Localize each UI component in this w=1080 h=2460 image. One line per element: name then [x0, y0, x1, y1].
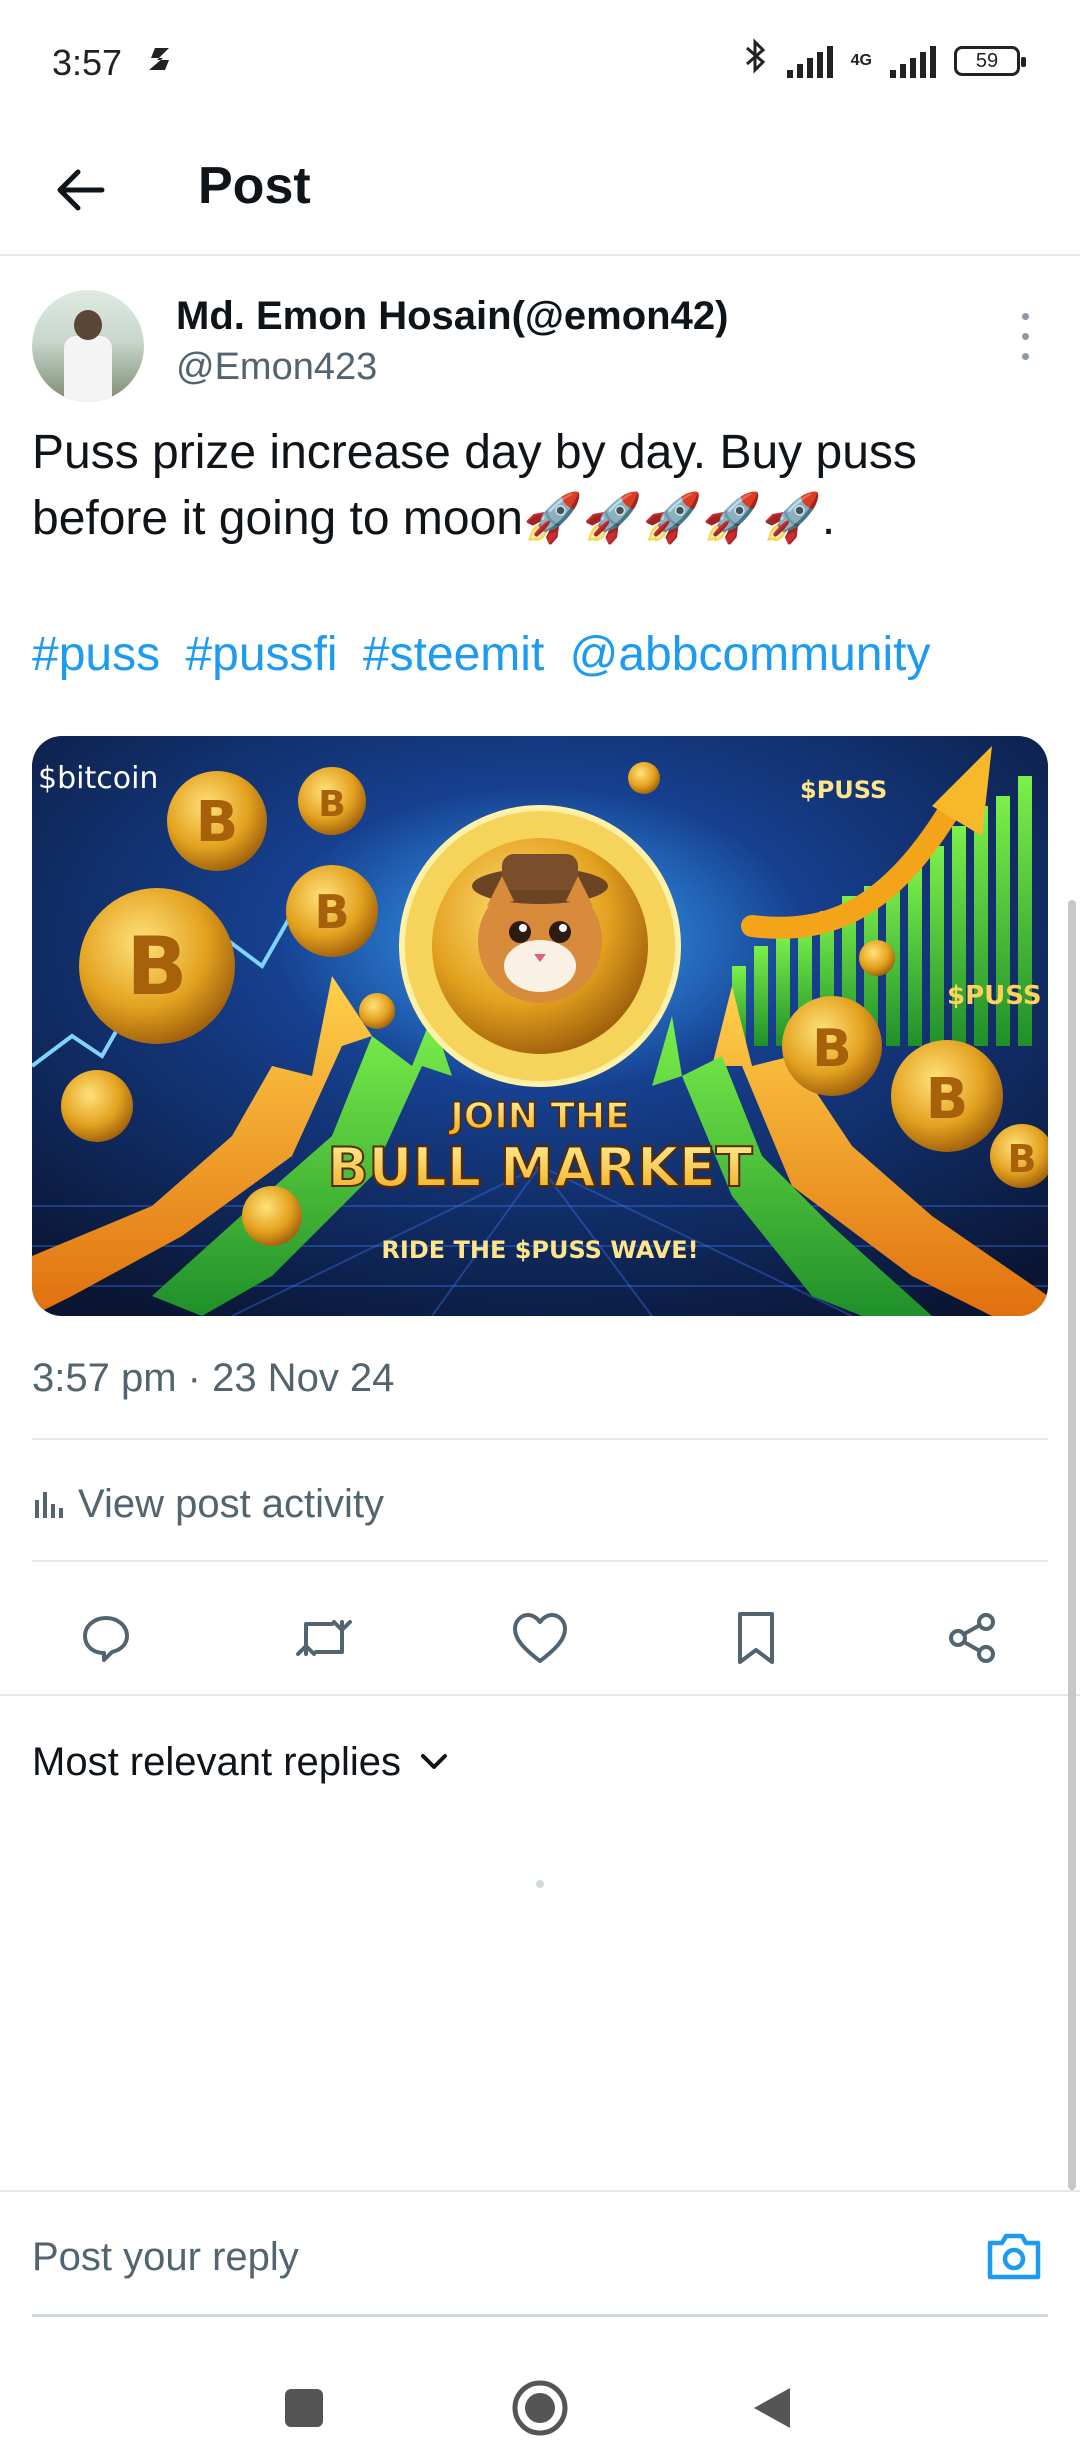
divider — [0, 1694, 1080, 1696]
arrow-left-icon — [57, 169, 105, 211]
bookmark-button[interactable] — [718, 1600, 794, 1676]
image-bitcoin-label: $bitcoin — [38, 761, 158, 796]
replies-sort-label: Most relevant replies — [32, 1739, 402, 1784]
top-app-bar: Post — [0, 130, 1080, 256]
svg-text:B: B — [1008, 1137, 1037, 1181]
like-button[interactable] — [502, 1600, 578, 1676]
share-icon — [949, 1613, 995, 1663]
status-icons: 4G 59 — [743, 38, 1026, 83]
chevron-down-icon — [421, 1754, 448, 1769]
post-image[interactable]: B B B B B B B $bitcoin $PUSS $PUSS JOIN … — [32, 736, 1048, 1316]
bar-chart-icon — [35, 1492, 63, 1518]
scrollbar[interactable] — [1068, 900, 1076, 2190]
battery-icon: 59 — [954, 45, 1026, 76]
svg-text:B: B — [926, 1067, 969, 1132]
bookmark-icon — [738, 1612, 774, 1664]
image-headline-2: BULL MARKET — [327, 1136, 752, 1199]
post-actions-bar — [0, 1580, 1080, 1696]
hashtag-link[interactable]: #pussfi — [185, 628, 337, 681]
svg-text:B: B — [318, 784, 345, 825]
hashtag-link[interactable]: #puss — [32, 628, 160, 681]
system-navigation-bar — [0, 2340, 1080, 2460]
image-puss-side-label: $PUSS — [947, 981, 1042, 1011]
bluetooth-icon — [743, 38, 769, 83]
divider — [32, 1560, 1048, 1562]
status-time: 3:57 — [52, 42, 123, 83]
network-type: 4G — [850, 51, 872, 69]
s-notification-icon — [145, 44, 175, 83]
view-post-activity-label: View post activity — [78, 1481, 385, 1526]
square-icon — [285, 2389, 323, 2427]
share-button[interactable] — [934, 1600, 1010, 1676]
avatar[interactable] — [32, 290, 144, 402]
author-handle[interactable]: @Emon423 — [176, 346, 377, 389]
back-nav-button[interactable] — [732, 2368, 812, 2448]
reply-button[interactable] — [68, 1600, 144, 1676]
signal-icon-2 — [890, 44, 936, 78]
mention-link[interactable]: @abbcommunity — [570, 628, 931, 681]
recents-button[interactable] — [264, 2368, 344, 2448]
reply-input[interactable] — [32, 2222, 932, 2292]
hashtag-link[interactable]: #steemit — [363, 628, 544, 681]
home-button[interactable] — [500, 2368, 580, 2448]
more-dot-icon — [1021, 312, 1029, 320]
post-hashtags: #puss #pussfi #steemit @abbcommunity — [32, 622, 1042, 688]
more-options-button[interactable] — [1010, 306, 1040, 366]
home-circle-icon — [512, 2380, 568, 2436]
reply-input-underline — [32, 2314, 1048, 2317]
camera-icon — [987, 2233, 1041, 2280]
signal-icon — [786, 44, 833, 78]
replies-sort-dropdown[interactable]: Most relevant replies — [32, 1734, 449, 1790]
author-display-name[interactable]: Md. Emon Hosain(@emon42) — [176, 294, 728, 339]
post-text: Puss prize increase day by day. Buy puss… — [32, 426, 917, 545]
reply-icon — [83, 1616, 129, 1662]
reply-composer — [0, 2192, 1080, 2320]
repost-button[interactable] — [286, 1600, 362, 1676]
view-post-activity-link[interactable]: View post activity — [32, 1474, 384, 1534]
svg-text:B: B — [127, 920, 188, 1013]
image-puss-label: $PUSS — [800, 776, 887, 804]
svg-text:B: B — [196, 790, 239, 855]
image-headline-1: JOIN THE — [447, 1096, 629, 1137]
heart-icon — [513, 1613, 567, 1663]
repost-icon — [296, 1620, 352, 1656]
divider — [32, 1438, 1048, 1440]
page-title: Post — [198, 157, 311, 215]
svg-text:B: B — [812, 1019, 852, 1079]
loading-indicator — [536, 1880, 544, 1888]
image-tagline: RIDE THE $PUSS WAVE! — [381, 1236, 698, 1264]
triangle-back-icon — [754, 2388, 790, 2428]
post-timestamp: 3:57 pm · 23 Nov 24 — [32, 1356, 395, 1400]
camera-button[interactable] — [982, 2226, 1046, 2286]
svg-text:B: B — [314, 885, 349, 939]
status-bar: 3:57 4G 59 — [0, 0, 1080, 130]
back-button[interactable] — [40, 150, 120, 230]
